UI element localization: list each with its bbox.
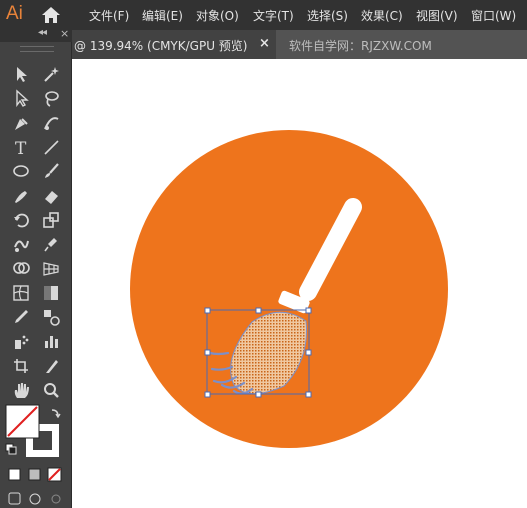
zoom-tool-icon[interactable] bbox=[40, 379, 62, 401]
hand-tool-icon[interactable] bbox=[10, 379, 32, 401]
menu-file[interactable]: 文件(F) bbox=[89, 7, 129, 24]
orange-circle[interactable] bbox=[130, 130, 448, 448]
tab-active-title: @ 139.94% (CMYK/GPU 预览) bbox=[74, 39, 248, 53]
curvature-tool-icon[interactable] bbox=[40, 112, 62, 134]
artboard-canvas[interactable] bbox=[72, 59, 527, 508]
collapse-panel-icon[interactable]: ◂◂ bbox=[38, 27, 47, 38]
panel-close-icon[interactable]: × bbox=[60, 27, 69, 40]
swap-fill-stroke-icon[interactable] bbox=[51, 409, 61, 419]
eyedropper-icon[interactable] bbox=[10, 306, 32, 328]
tab-active-document[interactable]: @ 139.94% (CMYK/GPU 预览) × bbox=[72, 30, 276, 59]
home-icon[interactable] bbox=[40, 5, 62, 25]
handle-tm[interactable] bbox=[255, 307, 262, 314]
ellipse-tool-icon[interactable] bbox=[10, 160, 32, 182]
none-mode-button[interactable] bbox=[47, 467, 62, 482]
menu-window[interactable]: 窗口(W) bbox=[471, 7, 516, 24]
svg-text:T: T bbox=[15, 139, 27, 156]
eraser-icon[interactable] bbox=[40, 185, 62, 207]
gradient-tool-icon[interactable] bbox=[40, 282, 62, 304]
line-tool-icon[interactable] bbox=[40, 136, 62, 158]
handle-bm[interactable] bbox=[255, 391, 262, 398]
slice-tool-icon[interactable] bbox=[40, 355, 62, 377]
edit-toolbar-button[interactable] bbox=[51, 494, 61, 504]
perspective-grid-icon[interactable] bbox=[40, 257, 62, 279]
selection-tool-icon[interactable] bbox=[10, 63, 32, 85]
handle-tr[interactable] bbox=[305, 307, 312, 314]
handle-tl[interactable] bbox=[204, 307, 211, 314]
document-tab-bar: @ 139.94% (CMYK/GPU 预览) × 软件自学网：RJZXW.CO… bbox=[72, 30, 527, 59]
menu-bar: Ai 文件(F) 编辑(E) 对象(O) 文字(T) 选择(S) 效果(C) 视… bbox=[0, 0, 527, 30]
lasso-icon[interactable] bbox=[40, 87, 62, 109]
color-mode-button[interactable] bbox=[8, 468, 21, 481]
tools-panel-header: ◂◂ × bbox=[0, 27, 72, 42]
handle-mr[interactable] bbox=[305, 349, 312, 356]
warp-tool-icon[interactable] bbox=[10, 233, 32, 255]
handle-ml[interactable] bbox=[204, 349, 211, 356]
artwork bbox=[130, 130, 448, 448]
artboard-tool-icon[interactable] bbox=[10, 355, 32, 377]
blend-tool-icon[interactable] bbox=[40, 306, 62, 328]
menu-view[interactable]: 视图(V) bbox=[416, 7, 458, 24]
menu-select[interactable]: 选择(S) bbox=[307, 7, 348, 24]
default-colors-icon[interactable] bbox=[5, 443, 17, 455]
menu-edit[interactable]: 编辑(E) bbox=[142, 7, 183, 24]
column-graph-icon[interactable] bbox=[40, 330, 62, 352]
fill-swatch[interactable] bbox=[5, 404, 40, 439]
puppet-warp-icon[interactable] bbox=[40, 233, 62, 255]
menu-type[interactable]: 文字(T) bbox=[253, 7, 294, 24]
screen-mode-button[interactable] bbox=[29, 493, 41, 505]
scale-tool-icon[interactable] bbox=[40, 209, 62, 231]
pen-tool-icon[interactable] bbox=[10, 112, 32, 134]
mesh-tool-icon[interactable] bbox=[10, 282, 32, 304]
magic-wand-icon[interactable] bbox=[40, 63, 62, 85]
paintbrush-icon[interactable] bbox=[40, 160, 62, 182]
tab-inactive-document[interactable]: 软件自学网：RJZXW.COM bbox=[289, 37, 432, 54]
menu-effect[interactable]: 效果(C) bbox=[361, 7, 403, 24]
symbol-sprayer-icon[interactable] bbox=[10, 330, 32, 352]
shape-builder-icon[interactable] bbox=[10, 257, 32, 279]
menu-object[interactable]: 对象(O) bbox=[196, 7, 239, 24]
gradient-mode-button[interactable] bbox=[28, 468, 41, 481]
color-controls bbox=[5, 404, 62, 505]
direct-selection-icon[interactable] bbox=[10, 87, 32, 109]
type-tool-icon[interactable]: T bbox=[10, 136, 32, 158]
tab-close-button[interactable]: × bbox=[259, 36, 270, 51]
draw-mode-button[interactable] bbox=[8, 492, 21, 505]
app-logo: Ai bbox=[6, 3, 23, 24]
panel-grip[interactable] bbox=[20, 46, 54, 52]
blob-brush-icon[interactable] bbox=[10, 185, 32, 207]
handle-br[interactable] bbox=[305, 391, 312, 398]
handle-bl[interactable] bbox=[204, 391, 211, 398]
rotate-tool-icon[interactable] bbox=[10, 209, 32, 231]
